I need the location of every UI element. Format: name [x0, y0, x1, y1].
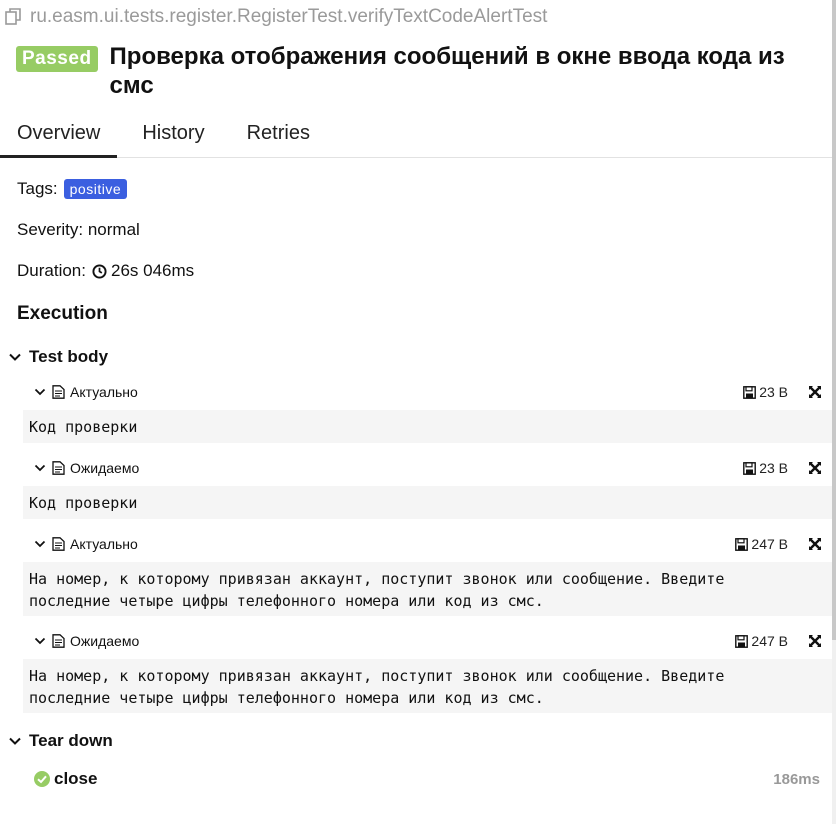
chevron-down-icon — [34, 464, 46, 472]
tags-line: Tags: positive — [17, 179, 128, 199]
attachment-name: Ожидаемо — [70, 460, 140, 476]
attachment-header[interactable]: Ожидаемо 23 B — [34, 457, 824, 479]
attachment-name: Актуально — [70, 384, 138, 400]
attachment-content: На номер, к которому привязан аккаунт, п… — [23, 659, 832, 713]
attachment-content: Код проверки — [23, 410, 832, 443]
test-header: Passed Проверка отображения сообщений в … — [16, 42, 824, 100]
step-duration: 186ms — [773, 770, 820, 788]
test-full-name-text: ru.easm.ui.tests.register.RegisterTest.v… — [30, 6, 548, 27]
stage-label: Test body — [29, 347, 109, 366]
stage-tear-down[interactable]: Tear down — [8, 731, 113, 751]
chevron-down-icon — [34, 540, 46, 548]
copy-icon[interactable] — [4, 7, 24, 27]
file-text-icon — [52, 537, 65, 551]
save-icon — [735, 537, 749, 551]
clock-icon — [92, 263, 107, 279]
tags-label: Tags: — [17, 179, 58, 198]
expand-icon[interactable] — [808, 461, 822, 475]
attachment-size-text: 23 B — [759, 460, 788, 476]
attachment-size-text: 247 B — [751, 536, 788, 552]
attachment-header[interactable]: Актуально 23 B — [34, 381, 824, 403]
severity-text: Severity: normal — [17, 220, 140, 239]
duration-value: 26s 046ms — [110, 261, 195, 280]
attachment-name: Актуально — [70, 536, 138, 552]
attachment-header[interactable]: Актуально 247 B — [34, 533, 824, 555]
expand-icon[interactable] — [808, 634, 822, 648]
step-name: close — [54, 769, 98, 788]
expand-icon[interactable] — [808, 385, 822, 399]
attachment-name: Ожидаемо — [70, 633, 140, 649]
stage-label: Tear down — [29, 731, 113, 750]
scrollbar-thumb[interactable] — [832, 0, 836, 640]
attachment-content: Код проверки — [23, 486, 832, 519]
chevron-down-icon — [34, 388, 46, 396]
save-icon — [735, 634, 749, 648]
status-badge: Passed — [16, 46, 98, 72]
attachment-size-text: 23 B — [759, 384, 788, 400]
step-close[interactable]: close 186ms — [34, 769, 820, 789]
file-text-icon — [52, 634, 65, 648]
expand-icon[interactable] — [808, 537, 822, 551]
chevron-down-icon — [9, 353, 21, 361]
page-title: Проверка отображения сообщений в окне вв… — [109, 43, 785, 99]
attachment-size: 23 B — [743, 384, 788, 400]
check-circle-icon — [34, 771, 50, 787]
chevron-down-icon — [34, 637, 46, 645]
duration-line: Duration: 26s 046ms — [17, 261, 194, 281]
tab-retries[interactable]: Retries — [230, 110, 327, 158]
file-text-icon — [52, 385, 65, 399]
attachment-size-text: 247 B — [751, 633, 788, 649]
attachment-size: 247 B — [735, 536, 788, 552]
tag-badge[interactable]: positive — [63, 179, 128, 199]
duration-label: Duration: — [17, 261, 86, 280]
attachment-size: 247 B — [735, 633, 788, 649]
attachment-content: На номер, к которому привязан аккаунт, п… — [23, 562, 832, 616]
chevron-down-icon — [9, 737, 21, 745]
tab-overview[interactable]: Overview — [0, 110, 118, 158]
attachment-header[interactable]: Ожидаемо 247 B — [34, 630, 824, 652]
save-icon — [743, 385, 757, 399]
file-text-icon — [52, 461, 65, 475]
attachment-size: 23 B — [743, 460, 788, 476]
test-full-name: ru.easm.ui.tests.register.RegisterTest.v… — [4, 6, 547, 28]
execution-title: Execution — [17, 303, 108, 324]
severity-line: Severity: normal — [17, 220, 140, 240]
tab-history[interactable]: History — [125, 110, 221, 158]
stage-test-body[interactable]: Test body — [8, 347, 108, 367]
save-icon — [743, 461, 757, 475]
tab-bar: Overview History Retries — [0, 110, 832, 158]
